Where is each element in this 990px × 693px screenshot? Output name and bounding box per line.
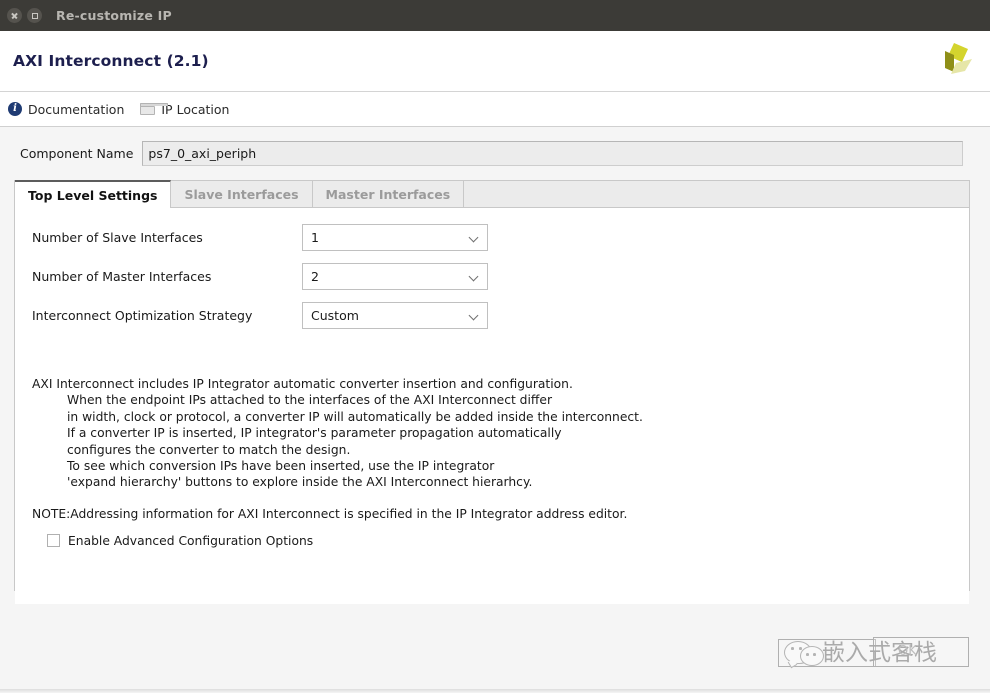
tab-label: Slave Interfaces bbox=[184, 187, 298, 202]
ip-location-link[interactable]: IP Location bbox=[140, 102, 229, 117]
info-icon: i bbox=[8, 102, 22, 116]
tab-body: Number of Slave Interfaces 1 Number of M… bbox=[15, 222, 969, 604]
documentation-label: Documentation bbox=[28, 102, 124, 117]
folder-icon bbox=[140, 103, 155, 115]
window-titlebar: Re-customize IP bbox=[0, 0, 990, 31]
select-value: 2 bbox=[311, 269, 319, 284]
description-line: To see which conversion IPs have been in… bbox=[67, 458, 969, 474]
tab-strip-filler bbox=[464, 181, 969, 207]
page-title: AXI Interconnect (2.1) bbox=[13, 52, 209, 70]
chevron-down-icon bbox=[470, 233, 479, 242]
field-row-slave-interfaces: Number of Slave Interfaces 1 bbox=[15, 222, 969, 252]
component-name-label: Component Name bbox=[20, 146, 133, 161]
note-text: NOTE:Addressing information for AXI Inte… bbox=[32, 507, 969, 521]
close-icon[interactable] bbox=[7, 8, 22, 23]
description-line: If a converter IP is inserted, IP integr… bbox=[67, 425, 969, 441]
dialog-content: Component Name Top Level Settings Slave … bbox=[0, 127, 990, 693]
description-line: 'expand hierarchy' buttons to explore in… bbox=[67, 474, 969, 490]
window-title: Re-customize IP bbox=[56, 8, 172, 23]
field-label: Number of Master Interfaces bbox=[15, 269, 302, 284]
description-line: in width, clock or protocol, a converter… bbox=[67, 409, 969, 425]
field-label: Interconnect Optimization Strategy bbox=[15, 308, 302, 323]
chevron-down-icon bbox=[470, 311, 479, 320]
tab-slave-interfaces[interactable]: Slave Interfaces bbox=[171, 181, 312, 207]
footer-shadow bbox=[0, 689, 990, 693]
documentation-link[interactable]: i Documentation bbox=[8, 102, 124, 117]
select-value: Custom bbox=[311, 308, 359, 323]
description-block: AXI Interconnect includes IP Integrator … bbox=[32, 376, 969, 491]
advanced-config-label: Enable Advanced Configuration Options bbox=[68, 534, 313, 548]
page-header: AXI Interconnect (2.1) bbox=[0, 31, 990, 92]
field-row-optimization-strategy: Interconnect Optimization Strategy Custo… bbox=[15, 300, 969, 330]
xilinx-logo-icon bbox=[932, 40, 976, 82]
tab-strip: Top Level Settings Slave Interfaces Mast… bbox=[15, 181, 969, 208]
advanced-config-checkbox[interactable] bbox=[47, 534, 60, 547]
advanced-config-checkbox-row[interactable]: Enable Advanced Configuration Options bbox=[47, 534, 969, 548]
ip-location-label: IP Location bbox=[161, 102, 229, 117]
tab-master-interfaces[interactable]: Master Interfaces bbox=[313, 181, 465, 207]
description-line: configures the converter to match the de… bbox=[67, 442, 969, 458]
slave-interfaces-select[interactable]: 1 bbox=[302, 224, 488, 251]
ip-toolbar: i Documentation IP Location bbox=[0, 92, 990, 127]
tab-label: Top Level Settings bbox=[28, 188, 157, 203]
optimization-strategy-select[interactable]: Custom bbox=[302, 302, 488, 329]
component-name-input[interactable] bbox=[142, 141, 963, 166]
master-interfaces-select[interactable]: 2 bbox=[302, 263, 488, 290]
select-value: 1 bbox=[311, 230, 319, 245]
tab-label: Master Interfaces bbox=[326, 187, 451, 202]
chevron-down-icon bbox=[470, 272, 479, 281]
field-label: Number of Slave Interfaces bbox=[15, 230, 302, 245]
field-row-master-interfaces: Number of Master Interfaces 2 bbox=[15, 261, 969, 291]
component-name-row: Component Name bbox=[0, 127, 990, 166]
description-line: AXI Interconnect includes IP Integrator … bbox=[32, 376, 969, 392]
description-line: When the endpoint IPs attached to the in… bbox=[67, 392, 969, 408]
tab-top-level-settings[interactable]: Top Level Settings bbox=[15, 180, 171, 208]
settings-tab-panel: Top Level Settings Slave Interfaces Mast… bbox=[14, 180, 970, 591]
maximize-icon[interactable] bbox=[27, 8, 42, 23]
